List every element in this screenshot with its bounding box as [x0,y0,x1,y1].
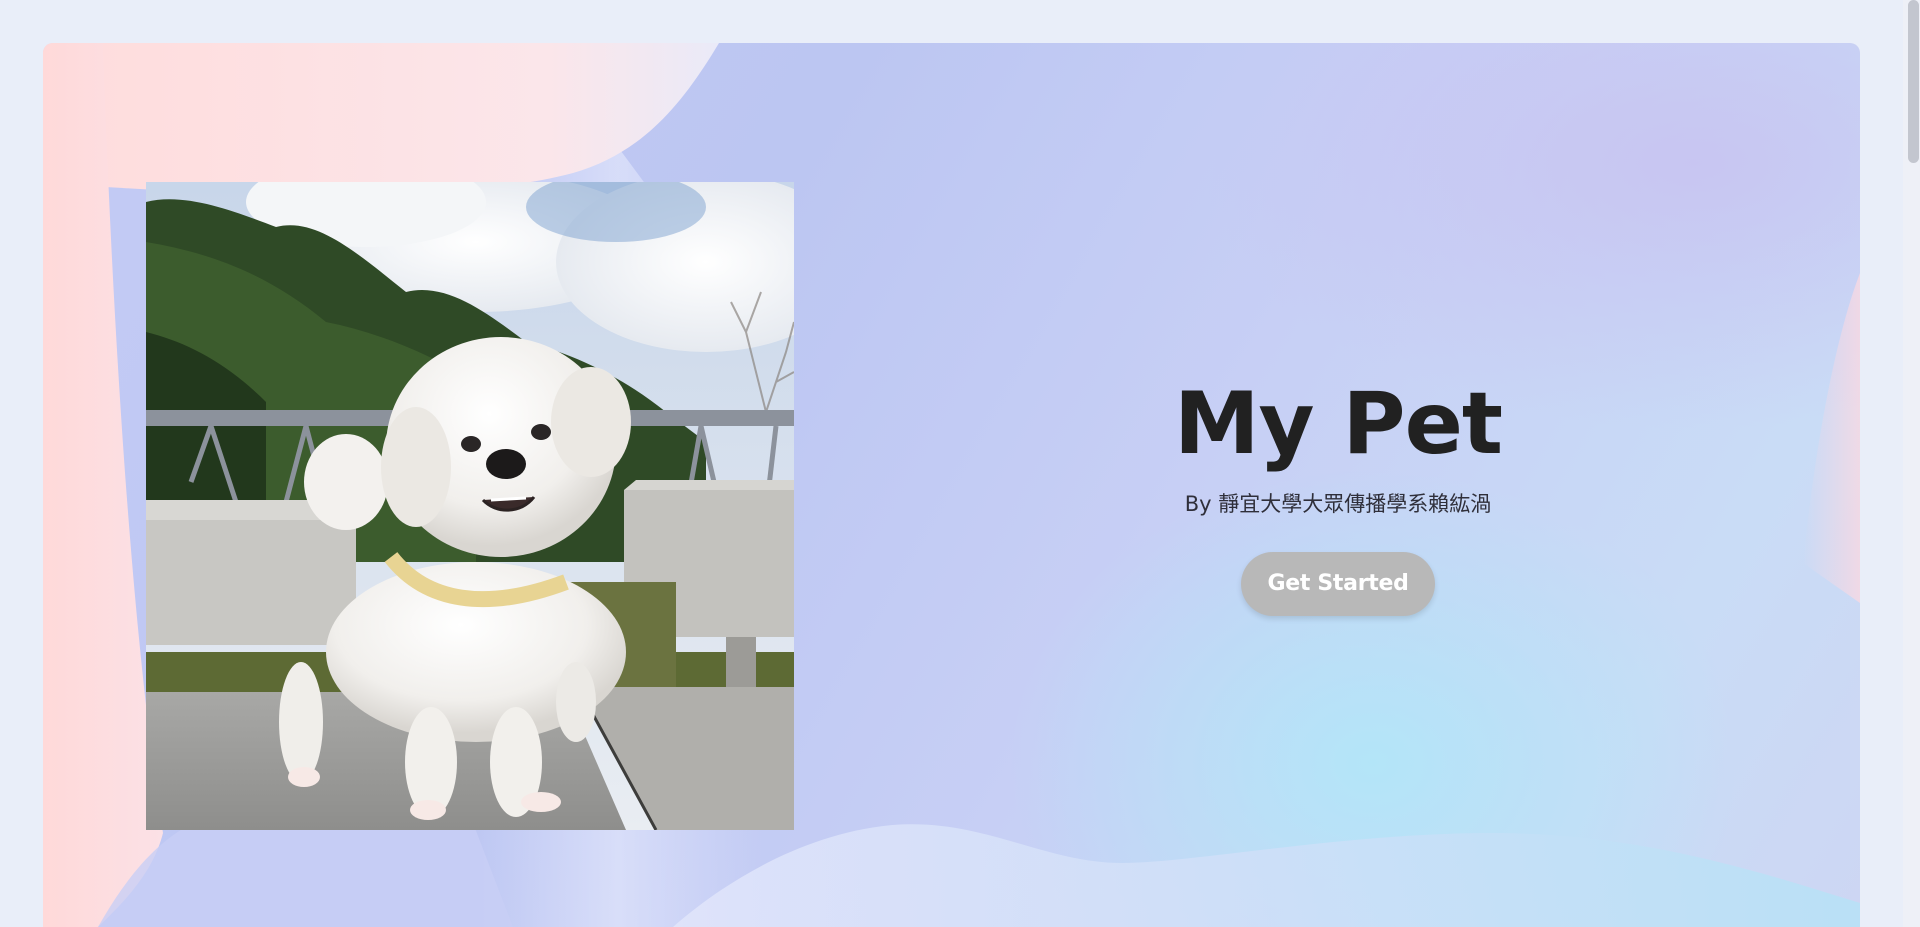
page-scrollbar[interactable] [1903,0,1920,927]
page: My Pet By 靜宜大學大眾傳播學系賴紘渦 Get Started [0,0,1920,927]
get-started-button[interactable]: Get Started [1241,552,1435,617]
scrollbar-thumb[interactable] [1908,0,1919,163]
dog-photo-image [146,182,794,830]
hero-text: My Pet By 靜宜大學大眾傳播學系賴紘渦 Get Started [1023,373,1653,617]
hero-section: My Pet By 靜宜大學大眾傳播學系賴紘渦 Get Started [43,43,1860,927]
author-subtitle: By 靜宜大學大眾傳播學系賴紘渦 [1184,492,1492,517]
page-title: My Pet [1173,374,1503,474]
pet-photo [146,182,794,830]
